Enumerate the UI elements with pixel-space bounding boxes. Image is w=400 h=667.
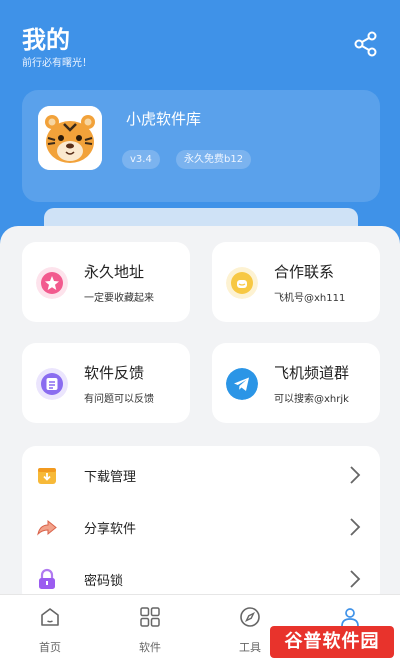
watermark-logo: 谷普软件园 (270, 626, 394, 658)
license-badge: 永久免费b12 (176, 150, 252, 169)
lock-icon (39, 568, 55, 589)
compass-icon (240, 607, 260, 627)
tile-title: 合作联系 (274, 263, 335, 281)
app-name: 小虎软件库 (126, 110, 202, 128)
download-icon (38, 468, 56, 484)
menu-item-download-manager[interactable]: 下载管理 (22, 450, 380, 500)
tile-feedback[interactable]: 软件反馈 有问题可以反馈 (22, 343, 190, 423)
feedback-icon (36, 368, 68, 400)
tile-subtitle: 飞机号@xh111 (274, 293, 346, 304)
tab-label: 软件 (139, 641, 161, 654)
menu-list: 下载管理 分享软件 密码锁 (22, 446, 380, 606)
tile-title: 软件反馈 (84, 364, 145, 382)
grid-icon (140, 607, 160, 627)
menu-item-label: 密码锁 (84, 574, 124, 589)
menu-item-share-software[interactable]: 分享软件 (22, 502, 380, 552)
profile-card[interactable]: 小虎软件库 v3.4 永久免费b12 (22, 90, 380, 202)
tab-label: 首页 (39, 641, 61, 654)
chevron-right-icon (350, 466, 361, 484)
tile-subtitle: 有问题可以反馈 (84, 394, 154, 405)
telegram-icon (226, 368, 258, 400)
share-arrow-icon (37, 519, 57, 536)
star-icon (36, 267, 68, 299)
chevron-right-icon (350, 518, 361, 536)
chevron-right-icon (350, 570, 361, 588)
page-subtitle: 前行必有曙光！ (22, 58, 92, 69)
share-icon[interactable] (352, 30, 380, 58)
tile-subtitle: 一定要收藏起来 (84, 293, 154, 304)
menu-item-label: 分享软件 (84, 522, 137, 537)
home-icon (41, 608, 59, 626)
tiger-avatar-icon (38, 106, 102, 170)
tile-permanent-address[interactable]: 永久地址 一定要收藏起来 (22, 242, 190, 322)
page-title: 我的 (22, 26, 70, 54)
tile-subtitle: 可以搜索@xhrjk (274, 394, 349, 405)
tab-software[interactable]: 软件 (100, 595, 200, 667)
tile-contact[interactable]: 合作联系 飞机号@xh111 (212, 242, 380, 322)
version-badge: v3.4 (122, 150, 160, 169)
tile-title: 永久地址 (84, 263, 145, 281)
menu-item-label: 下载管理 (84, 470, 137, 485)
tile-title: 飞机频道群 (274, 364, 350, 382)
smile-icon (226, 267, 258, 299)
tab-home[interactable]: 首页 (0, 595, 100, 667)
tile-telegram-group[interactable]: 飞机频道群 可以搜索@xhrjk (212, 343, 380, 423)
